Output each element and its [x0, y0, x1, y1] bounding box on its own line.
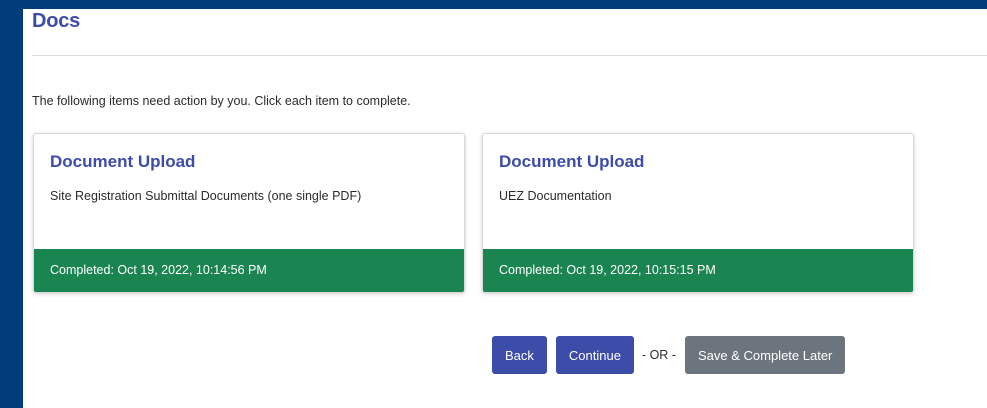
main-panel: Docs The following items need action by …	[23, 9, 987, 408]
card-description: Site Registration Submittal Documents (o…	[50, 189, 362, 203]
document-card-site-registration[interactable]: Document Upload Site Registration Submit…	[33, 133, 465, 293]
back-button[interactable]: Back	[492, 336, 547, 374]
card-title: Document Upload	[50, 152, 196, 171]
save-and-complete-later-button[interactable]: Save & Complete Later	[684, 336, 846, 374]
continue-button[interactable]: Continue	[555, 336, 634, 374]
page-title: Docs	[32, 10, 81, 32]
document-card-uez-documentation[interactable]: Document Upload UEZ Documentation Comple…	[482, 133, 914, 293]
action-bar: Back Continue - OR - Save & Complete Lat…	[492, 335, 846, 375]
card-description: UEZ Documentation	[499, 189, 612, 203]
title-divider	[32, 55, 987, 56]
completed-status-bar: Completed: Oct 19, 2022, 10:14:56 PM	[34, 249, 464, 292]
card-title: Document Upload	[499, 152, 645, 171]
intro-text: The following items need action by you. …	[32, 94, 411, 108]
or-separator: - OR -	[641, 348, 676, 362]
completed-status-bar: Completed: Oct 19, 2022, 10:15:15 PM	[483, 249, 913, 292]
